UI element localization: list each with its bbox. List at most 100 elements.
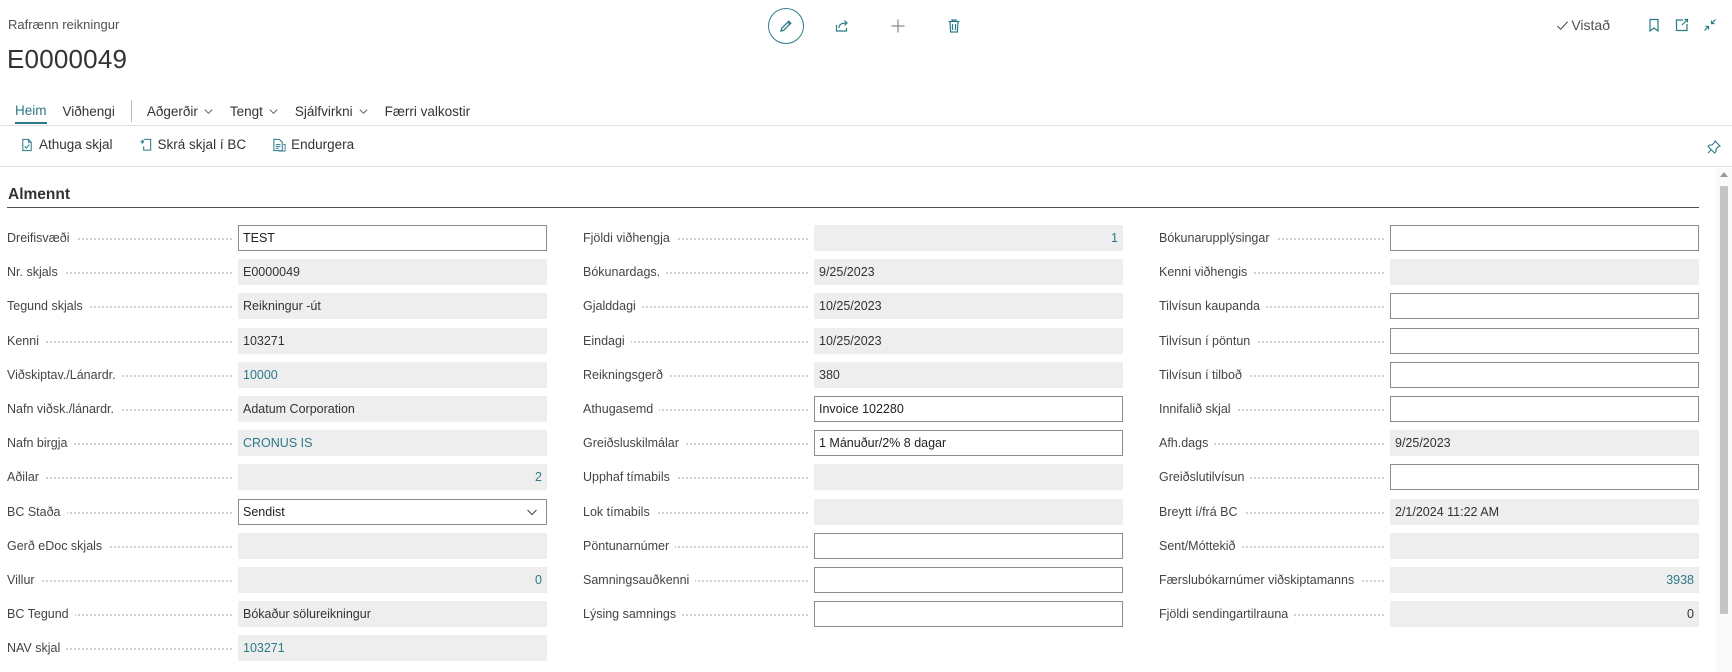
bokunardags-field[interactable]: 9/25/2023 [814,259,1123,286]
field-label-text: Nr. skjals [7,265,64,280]
bookmark-button[interactable] [1640,12,1668,38]
villur-field[interactable]: 0 [238,566,547,593]
action-label: Skrá skjal í BC [157,137,247,152]
field-row-bc-stada: BC Staða Sendist [7,498,547,533]
field-label-text: Kenni [7,333,45,348]
field-label-text: Villur [7,572,41,587]
greidsluskilmalar-field[interactable]: 1 Mánuður/2% 8 dagar [814,430,1123,457]
bokunarupplysingar-field[interactable] [1390,225,1699,251]
nav-skjal-field[interactable]: 103271 [238,635,547,662]
field-label: Nafn birgja [7,430,238,456]
tilvisun-i-pontun-field[interactable] [1390,327,1699,354]
chevron-down-icon [527,509,537,515]
field-row-samningsaudkenni: Samningsauðkenni [583,566,1123,601]
eindagi-field[interactable]: 10/25/2023 [814,327,1123,354]
nr-skjals-field[interactable]: E0000049 [238,259,547,286]
tegund-skjals-field[interactable]: Reikningur -út [238,293,547,320]
nafn-vidsk-lanardr-field[interactable]: Adatum Corporation [238,395,547,422]
adilar-field[interactable]: 2 [238,464,547,491]
athugasemd-field[interactable]: Invoice 102280 [814,395,1123,422]
faerslubokarnumer-vidskiptamanns-field[interactable]: 3938 [1390,566,1699,593]
lok-timabils-field[interactable] [814,498,1123,525]
field-row-reikningsgerd: Reikningsgerð 380 [583,361,1123,396]
pontunarnumer-field[interactable] [814,532,1123,559]
field-row-fjoldi-sendingartilrauna: Fjöldi sendingartilrauna 0 [1159,601,1699,635]
field-value: 10/25/2023 [819,333,882,348]
field-value: 3938 [1666,572,1694,587]
athuga-skjal-button[interactable]: Athuga skjal [20,137,113,152]
endurgera-button[interactable]: Endurgera [272,137,354,152]
gerd-edoc-skjals-field[interactable] [238,532,547,559]
open-new-window-button[interactable] [1668,12,1696,38]
tab-sjalfvirkni[interactable]: Sjálfvirkni [295,104,369,123]
fjoldi-vidhengja-field[interactable]: 1 [814,225,1123,251]
field-value: 103271 [243,333,285,348]
dreifisvaedi-field[interactable]: TEST [238,225,547,251]
action-menu-tabs: Heim Viðhengi Aðgerðir Tengt Sjálfvirkni Færr… [0,96,1732,126]
bc-tegund-field[interactable]: Bókaður sölureikningur [238,601,547,628]
tab-tengt[interactable]: Tengt [230,104,279,123]
samningsaudkenni-field[interactable] [814,566,1123,593]
action-bar: Athuga skjal Skrá skjal í BC Endurgera [0,127,1732,167]
field-label: Lýsing samnings [583,601,814,627]
field-value: Adatum Corporation [243,401,355,416]
lysing-samnings-field[interactable] [814,601,1123,628]
field-row-fjoldi-vidhengja: Fjöldi viðhengja 1 [583,225,1123,259]
field-label-text: Dreifisvæði [7,231,76,245]
afh-dags-field[interactable]: 9/25/2023 [1390,430,1699,457]
field-row-upphaf-timabils: Upphaf tímabils [583,464,1123,498]
pin-actions-icon[interactable] [1706,139,1722,155]
field-label-text: Nafn birgja [7,436,74,451]
tab-heim[interactable]: Heim [15,103,47,124]
field-row-dreifisvaedi: Dreifisvæði TEST [7,225,547,259]
chevron-down-icon [359,108,368,114]
scroll-up-arrow-icon[interactable] [1720,172,1728,177]
field-label-text: Pöntunarnúmer [583,538,676,553]
tab-faerri-valkostir[interactable]: Færri valkostir [385,104,471,123]
breytt-i-fra-bc-field[interactable]: 2/1/2024 11:22 AM [1390,498,1699,525]
scroll-thumb[interactable] [1720,186,1728,614]
field-row-nafn-vidsk-lanardr: Nafn viðsk./lánardr. Adatum Corporation [7,395,547,430]
bc-stada-dropdown[interactable]: Sendist [238,498,547,525]
field-label: Villur [7,567,238,593]
gjalddagi-field[interactable]: 10/25/2023 [814,293,1123,320]
field-label: Reikningsgerð [583,362,814,388]
field-row-tilvisun-i-pontun: Tilvísun í pöntun [1159,327,1699,362]
field-label-text: Sent/Móttekið [1159,538,1242,553]
new-button[interactable] [880,8,916,44]
tab-label: Viðhengi [62,103,115,119]
tab-vidhengi[interactable]: Viðhengi [63,104,115,123]
field-label-text: Greiðslutilvísun [1159,470,1251,485]
reikningsgerd-field[interactable]: 380 [814,361,1123,388]
kenni-field[interactable]: 103271 [238,327,547,354]
section-title[interactable]: Almennt [8,186,70,204]
tilvisun-i-tilbod-field[interactable] [1390,361,1699,388]
sent-mottekid-field[interactable] [1390,532,1699,559]
nafn-birgja-field[interactable]: CRONUS IS [238,430,547,457]
tilvisun-kaupanda-field[interactable] [1390,293,1699,320]
open-new-window-icon [1675,18,1689,32]
fjoldi-sendingartilrauna-field[interactable]: 0 [1390,601,1699,628]
field-value: 103271 [243,641,285,656]
field-label: Bókunarupplýsingar [1159,225,1390,251]
delete-button[interactable] [936,8,972,44]
field-row-kenni-vidhengis: Kenni viðhengis [1159,259,1699,293]
field-row-tilvisun-i-tilbod: Tilvísun í tilboð [1159,361,1699,396]
upphaf-timabils-field[interactable] [814,464,1123,491]
saved-status: Vistað [1556,17,1610,33]
collapse-button[interactable] [1696,12,1724,38]
greidslutilvisun-field[interactable] [1390,464,1699,491]
share-button[interactable] [824,8,860,44]
field-label: Lok tímabils [583,499,814,525]
edit-button[interactable] [768,8,804,44]
field-value: Sendist [243,504,285,519]
vertical-scrollbar[interactable] [1716,168,1732,672]
innifalid-skjal-field[interactable] [1390,395,1699,422]
kenni-vidhengis-field[interactable] [1390,259,1699,286]
tab-adgerdir[interactable]: Aðgerðir [147,104,214,123]
skra-skjal-i-bc-button[interactable]: Skrá skjal í BC [139,137,247,152]
field-column-1: Dreifisvæði TEST Nr. skjals E0000049 Tegund … [7,225,547,669]
trash-icon [948,19,960,33]
vidskiptav-lanardr-field[interactable]: 10000 [238,361,547,388]
field-label-text: Breytt í/frá BC [1159,504,1244,519]
